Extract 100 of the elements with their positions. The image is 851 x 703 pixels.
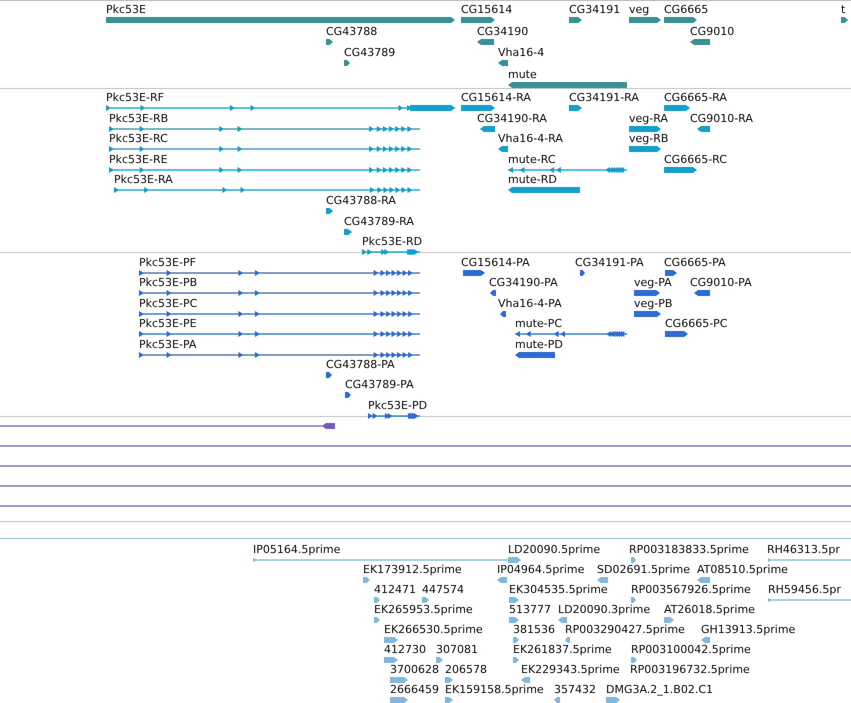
feature-label: veg-RA <box>629 112 668 125</box>
feature-label: CG15614-PA <box>461 256 530 269</box>
est-glyph[interactable] <box>768 556 851 564</box>
transcript-glyph[interactable] <box>508 166 627 174</box>
protein-glyph[interactable] <box>634 310 661 318</box>
est-glyph[interactable] <box>565 636 570 644</box>
protein-glyph[interactable] <box>139 310 420 318</box>
feature-label: CG9010 <box>690 24 734 38</box>
transcript-glyph[interactable] <box>480 124 495 133</box>
transcript-glyph[interactable] <box>106 104 455 112</box>
gene-glyph[interactable] <box>841 16 848 24</box>
protein-glyph[interactable] <box>500 310 506 318</box>
transcript-glyph[interactable] <box>326 207 333 215</box>
gene-glyph[interactable] <box>461 16 495 24</box>
protein-glyph[interactable] <box>368 412 420 420</box>
gene-glyph[interactable] <box>106 16 455 24</box>
feature-label: RP003183833.5prime <box>629 543 749 556</box>
est-glyph[interactable] <box>436 656 443 664</box>
est-glyph[interactable] <box>554 696 560 703</box>
gene-glyph[interactable] <box>690 38 710 46</box>
transcript-glyph[interactable] <box>664 104 690 112</box>
est-glyph[interactable] <box>768 596 851 604</box>
est-glyph[interactable] <box>253 556 508 564</box>
feature-label: RP003196732.5prime <box>630 663 750 676</box>
feature-label: CG43788 <box>326 24 378 38</box>
protein-glyph[interactable] <box>580 269 585 277</box>
protein-glyph[interactable] <box>515 350 555 359</box>
est-glyph[interactable] <box>597 576 608 584</box>
est-glyph[interactable] <box>445 676 453 684</box>
feature-label: LD20090.5prime <box>508 543 600 556</box>
est-glyph[interactable] <box>384 656 398 664</box>
est-glyph[interactable] <box>374 596 380 604</box>
transcript-glyph[interactable] <box>629 145 661 154</box>
est-glyph[interactable] <box>606 696 620 703</box>
est-glyph[interactable] <box>513 656 519 664</box>
est-glyph[interactable] <box>508 556 521 564</box>
est-glyph[interactable] <box>374 616 380 624</box>
feature-label: Pkc53E-RE <box>109 152 168 166</box>
protein-glyph[interactable] <box>139 330 420 338</box>
protein-glyph[interactable] <box>665 330 688 338</box>
transcript-glyph[interactable] <box>109 166 420 174</box>
feature-label: CG43789 <box>344 46 396 59</box>
gene-glyph[interactable] <box>629 16 661 24</box>
est-glyph[interactable] <box>558 616 567 624</box>
protein-glyph[interactable] <box>490 289 496 298</box>
protein-glyph[interactable] <box>139 350 420 359</box>
gene-glyph[interactable] <box>477 38 494 46</box>
transcript-glyph[interactable] <box>362 248 420 256</box>
feature-label: IP05164.5prime <box>253 543 340 556</box>
transcript-glyph[interactable] <box>508 186 580 194</box>
transcript-glyph[interactable] <box>498 145 508 154</box>
est-glyph[interactable] <box>497 576 507 584</box>
transcript-glyph[interactable] <box>109 145 420 154</box>
transcript-glyph[interactable] <box>114 186 420 194</box>
transcript-glyph[interactable] <box>697 124 710 133</box>
protein-glyph[interactable] <box>463 269 485 277</box>
transcript-glyph[interactable] <box>664 166 697 174</box>
est-glyph[interactable] <box>363 576 370 584</box>
gene-glyph[interactable] <box>569 16 582 24</box>
protein-glyph[interactable] <box>345 391 351 400</box>
est-glyph[interactable] <box>384 636 398 644</box>
protein-glyph[interactable] <box>634 289 660 298</box>
feature-label: CG15614 <box>461 3 512 16</box>
est-glyph[interactable] <box>697 576 710 584</box>
est-glyph[interactable] <box>390 676 408 684</box>
est-glyph[interactable] <box>422 596 429 604</box>
protein-glyph[interactable] <box>326 371 332 379</box>
est-glyph[interactable] <box>445 696 453 703</box>
est-glyph[interactable] <box>509 616 519 624</box>
feature-label: Vha16-4-RA <box>498 132 563 146</box>
protein-glyph[interactable] <box>139 289 420 298</box>
feature-label: CG9010-PA <box>690 276 752 290</box>
protein-glyph[interactable] <box>665 269 677 277</box>
alignment-glyph[interactable] <box>0 422 335 430</box>
feature-label: EK266530.5prime <box>384 623 483 636</box>
est-glyph[interactable] <box>631 556 636 564</box>
gene-glyph[interactable] <box>326 38 333 46</box>
feature-label: GH13913.5prime <box>701 623 796 636</box>
transcript-glyph[interactable] <box>629 124 661 133</box>
est-glyph[interactable] <box>513 636 519 644</box>
gene-glyph[interactable] <box>664 16 697 24</box>
gene-glyph[interactable] <box>508 80 627 88</box>
transcript-glyph[interactable] <box>569 104 582 112</box>
transcript-glyph[interactable] <box>461 104 495 112</box>
feature-label: Pkc53E-RF <box>106 91 164 104</box>
transcript-glyph[interactable] <box>344 228 352 236</box>
est-glyph[interactable] <box>631 596 636 604</box>
gene-glyph[interactable] <box>498 59 508 67</box>
protein-glyph[interactable] <box>694 289 710 298</box>
est-glyph[interactable] <box>664 616 674 624</box>
est-glyph[interactable] <box>701 636 710 644</box>
est-glyph[interactable] <box>390 696 408 703</box>
est-glyph[interactable] <box>521 676 530 684</box>
gene-glyph[interactable] <box>344 59 350 67</box>
transcript-glyph[interactable] <box>109 124 420 133</box>
feature-label: veg-PA <box>634 276 672 290</box>
protein-glyph[interactable] <box>139 269 420 277</box>
est-glyph[interactable] <box>631 656 637 664</box>
protein-glyph[interactable] <box>515 330 627 338</box>
est-glyph[interactable] <box>509 596 519 604</box>
